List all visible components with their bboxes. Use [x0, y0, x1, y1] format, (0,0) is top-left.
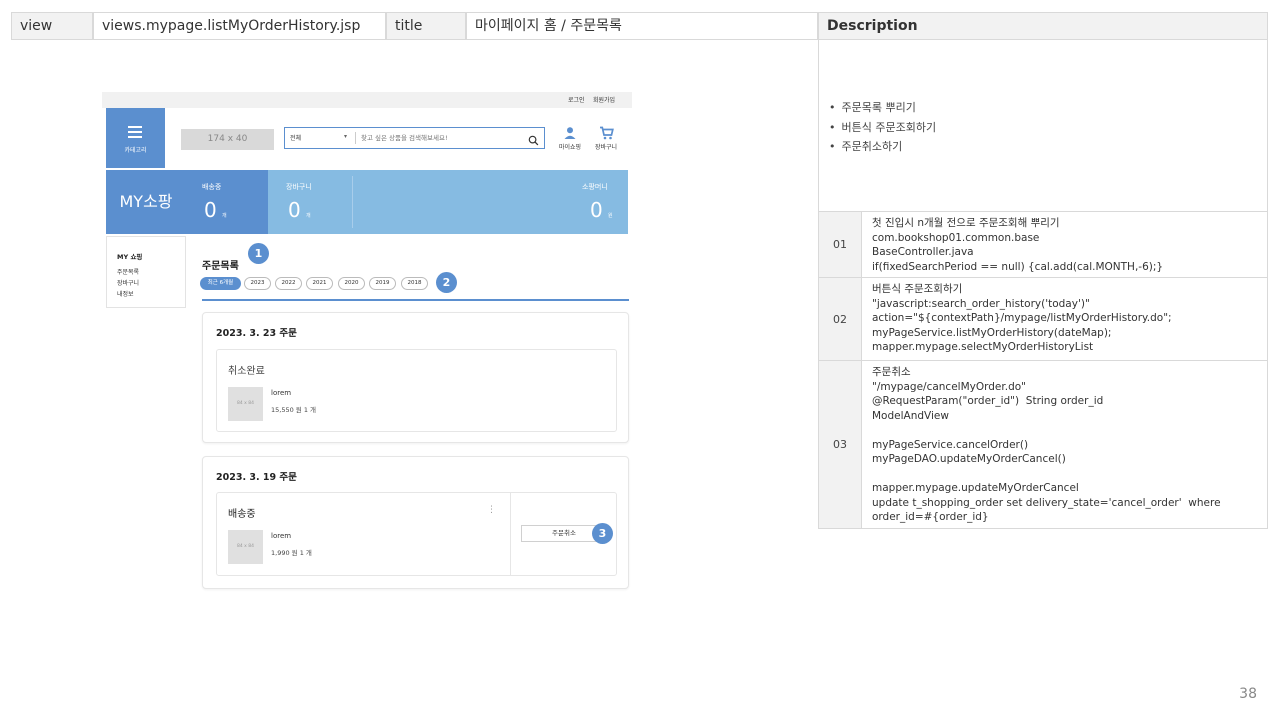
chevron-down-icon: ▾: [344, 133, 348, 140]
cart-icon: [599, 126, 614, 140]
description-row: 01 첫 진입시 n개월 전으로 주문조회해 뿌리기 com.bookshop0…: [818, 212, 1268, 278]
shipping-unit: 개: [222, 213, 227, 219]
shipping-panel[interactable]: 배송중 0 개: [186, 170, 268, 234]
hamburger-icon: [128, 126, 142, 141]
order-card: 2023. 3. 23 주문 취소완료 84 x 84 lorem 15,550…: [202, 312, 629, 443]
order-date: 2023. 3. 23 주문: [216, 328, 297, 339]
divider: [510, 493, 511, 575]
money-unit: 원: [608, 213, 613, 219]
sidebar-title: MY 쇼핑: [117, 253, 143, 261]
sidebar-item-cart[interactable]: 장바구니: [117, 278, 139, 287]
row-text: 첫 진입시 n개월 전으로 주문조회해 뿌리기 com.bookshop01.c…: [872, 217, 1164, 273]
divider: [355, 132, 356, 144]
period-button[interactable]: 최근 6개월: [200, 277, 241, 290]
cart-stat-label: 장바구니: [286, 183, 312, 191]
category-button[interactable]: 카테고리: [106, 108, 165, 168]
callout-badge: 2: [436, 272, 457, 293]
product-price: 15,550 원 1 개: [271, 406, 317, 414]
cart-stat-count: 0: [288, 198, 301, 222]
product-price: 1,990 원 1 개: [271, 549, 312, 557]
divider: [352, 176, 353, 228]
callout-badge: 3: [592, 523, 613, 544]
description-bullet: 주문취소하기: [829, 137, 936, 157]
description-bullet: 버튼식 주문조회하기: [829, 118, 937, 138]
category-label: 카테고리: [124, 147, 147, 154]
order-status: 배송중: [228, 509, 256, 520]
divider: [202, 299, 629, 301]
order-status: 취소완료: [228, 366, 265, 377]
sidebar-item-orders[interactable]: 주문목록: [117, 267, 139, 276]
mypage-sidebar: MY 쇼핑 주문목록 장바구니 내정보: [106, 236, 186, 308]
row-text: 버튼식 주문조회하기 "javascript:search_order_hist…: [872, 283, 1172, 353]
shipping-count: 0: [204, 198, 217, 222]
view-label: view: [11, 12, 93, 40]
search-input[interactable]: [361, 131, 521, 144]
title-label: title: [386, 12, 466, 40]
cart-label: 장바구니: [594, 144, 618, 151]
description-row: 02 버튼식 주문조회하기 "javascript:search_order_h…: [818, 278, 1268, 361]
mypage-label: 마이쇼핑: [558, 144, 582, 151]
view-value: views.mypage.listMyOrderHistory.jsp: [93, 12, 386, 40]
sidebar-item-myinfo[interactable]: 내정보: [117, 289, 134, 298]
more-options-icon[interactable]: ⋮: [487, 506, 496, 515]
page-mockup: 로그인 회원가입 카테고리 174 x 40 전체 ▾ 마이쇼핑 장바구니 MY…: [102, 92, 634, 592]
my-summary-banner: MY소팡 배송중 0 개 장바구니 0 개 소팡머니 0 원: [106, 170, 628, 234]
logo-placeholder: 174 x 40: [181, 129, 274, 150]
period-button[interactable]: 2019: [369, 277, 396, 290]
product-name[interactable]: lorem: [271, 389, 291, 397]
product-thumbnail[interactable]: 84 x 84: [228, 387, 263, 421]
title-value: 마이페이지 홈 / 주문목록: [466, 12, 818, 40]
user-icon: [564, 127, 576, 139]
login-link[interactable]: 로그인: [568, 95, 585, 104]
row-text: 주문취소 "/mypage/cancelMyOrder.do" @Request…: [872, 366, 1221, 523]
period-button[interactable]: 2022: [275, 277, 302, 290]
search-bar: 전체 ▾: [284, 127, 545, 149]
shipping-label: 배송중: [202, 183, 222, 191]
description-summary: 주문목록 뿌리기 버튼식 주문조회하기 주문취소하기: [818, 40, 1268, 212]
search-icon[interactable]: [528, 131, 539, 150]
description-bullet: 주문목록 뿌리기: [829, 98, 936, 118]
money-label: 소팡머니: [582, 183, 608, 191]
row-number: 01: [819, 212, 862, 277]
product-name[interactable]: lorem: [271, 532, 291, 540]
signup-link[interactable]: 회원가입: [593, 95, 615, 104]
page-number: 38: [1239, 686, 1257, 702]
order-card: 2023. 3. 19 주문 배송중 ⋮ 84 x 84 lorem 1,990…: [202, 456, 629, 589]
period-button[interactable]: 2023: [244, 277, 271, 290]
search-category-select[interactable]: 전체: [290, 133, 301, 142]
order-date: 2023. 3. 19 주문: [216, 472, 297, 483]
section-title: 주문목록: [202, 261, 239, 272]
description-row: 03 주문취소 "/mypage/cancelMyOrder.do" @Requ…: [818, 361, 1268, 529]
row-number: 02: [819, 278, 862, 360]
mypage-button[interactable]: 마이쇼핑: [555, 126, 585, 151]
period-button[interactable]: 2021: [306, 277, 333, 290]
callout-badge: 1: [248, 243, 269, 264]
top-utility-bar: 로그인 회원가입: [102, 92, 632, 108]
row-number: 03: [819, 361, 862, 528]
order-item-box: 취소완료 84 x 84 lorem 15,550 원 1 개: [216, 349, 617, 432]
period-button[interactable]: 2018: [401, 277, 428, 290]
cart-button[interactable]: 장바구니: [591, 126, 621, 151]
cart-stat-unit: 개: [306, 213, 311, 219]
period-button[interactable]: 2020: [338, 277, 365, 290]
money-value: 0: [590, 198, 603, 222]
description-heading: Description: [818, 12, 1268, 40]
order-item-box: 배송중 ⋮ 84 x 84 lorem 1,990 원 1 개 주문취소: [216, 492, 617, 576]
product-thumbnail[interactable]: 84 x 84: [228, 530, 263, 564]
my-title: MY소팡: [106, 170, 186, 234]
